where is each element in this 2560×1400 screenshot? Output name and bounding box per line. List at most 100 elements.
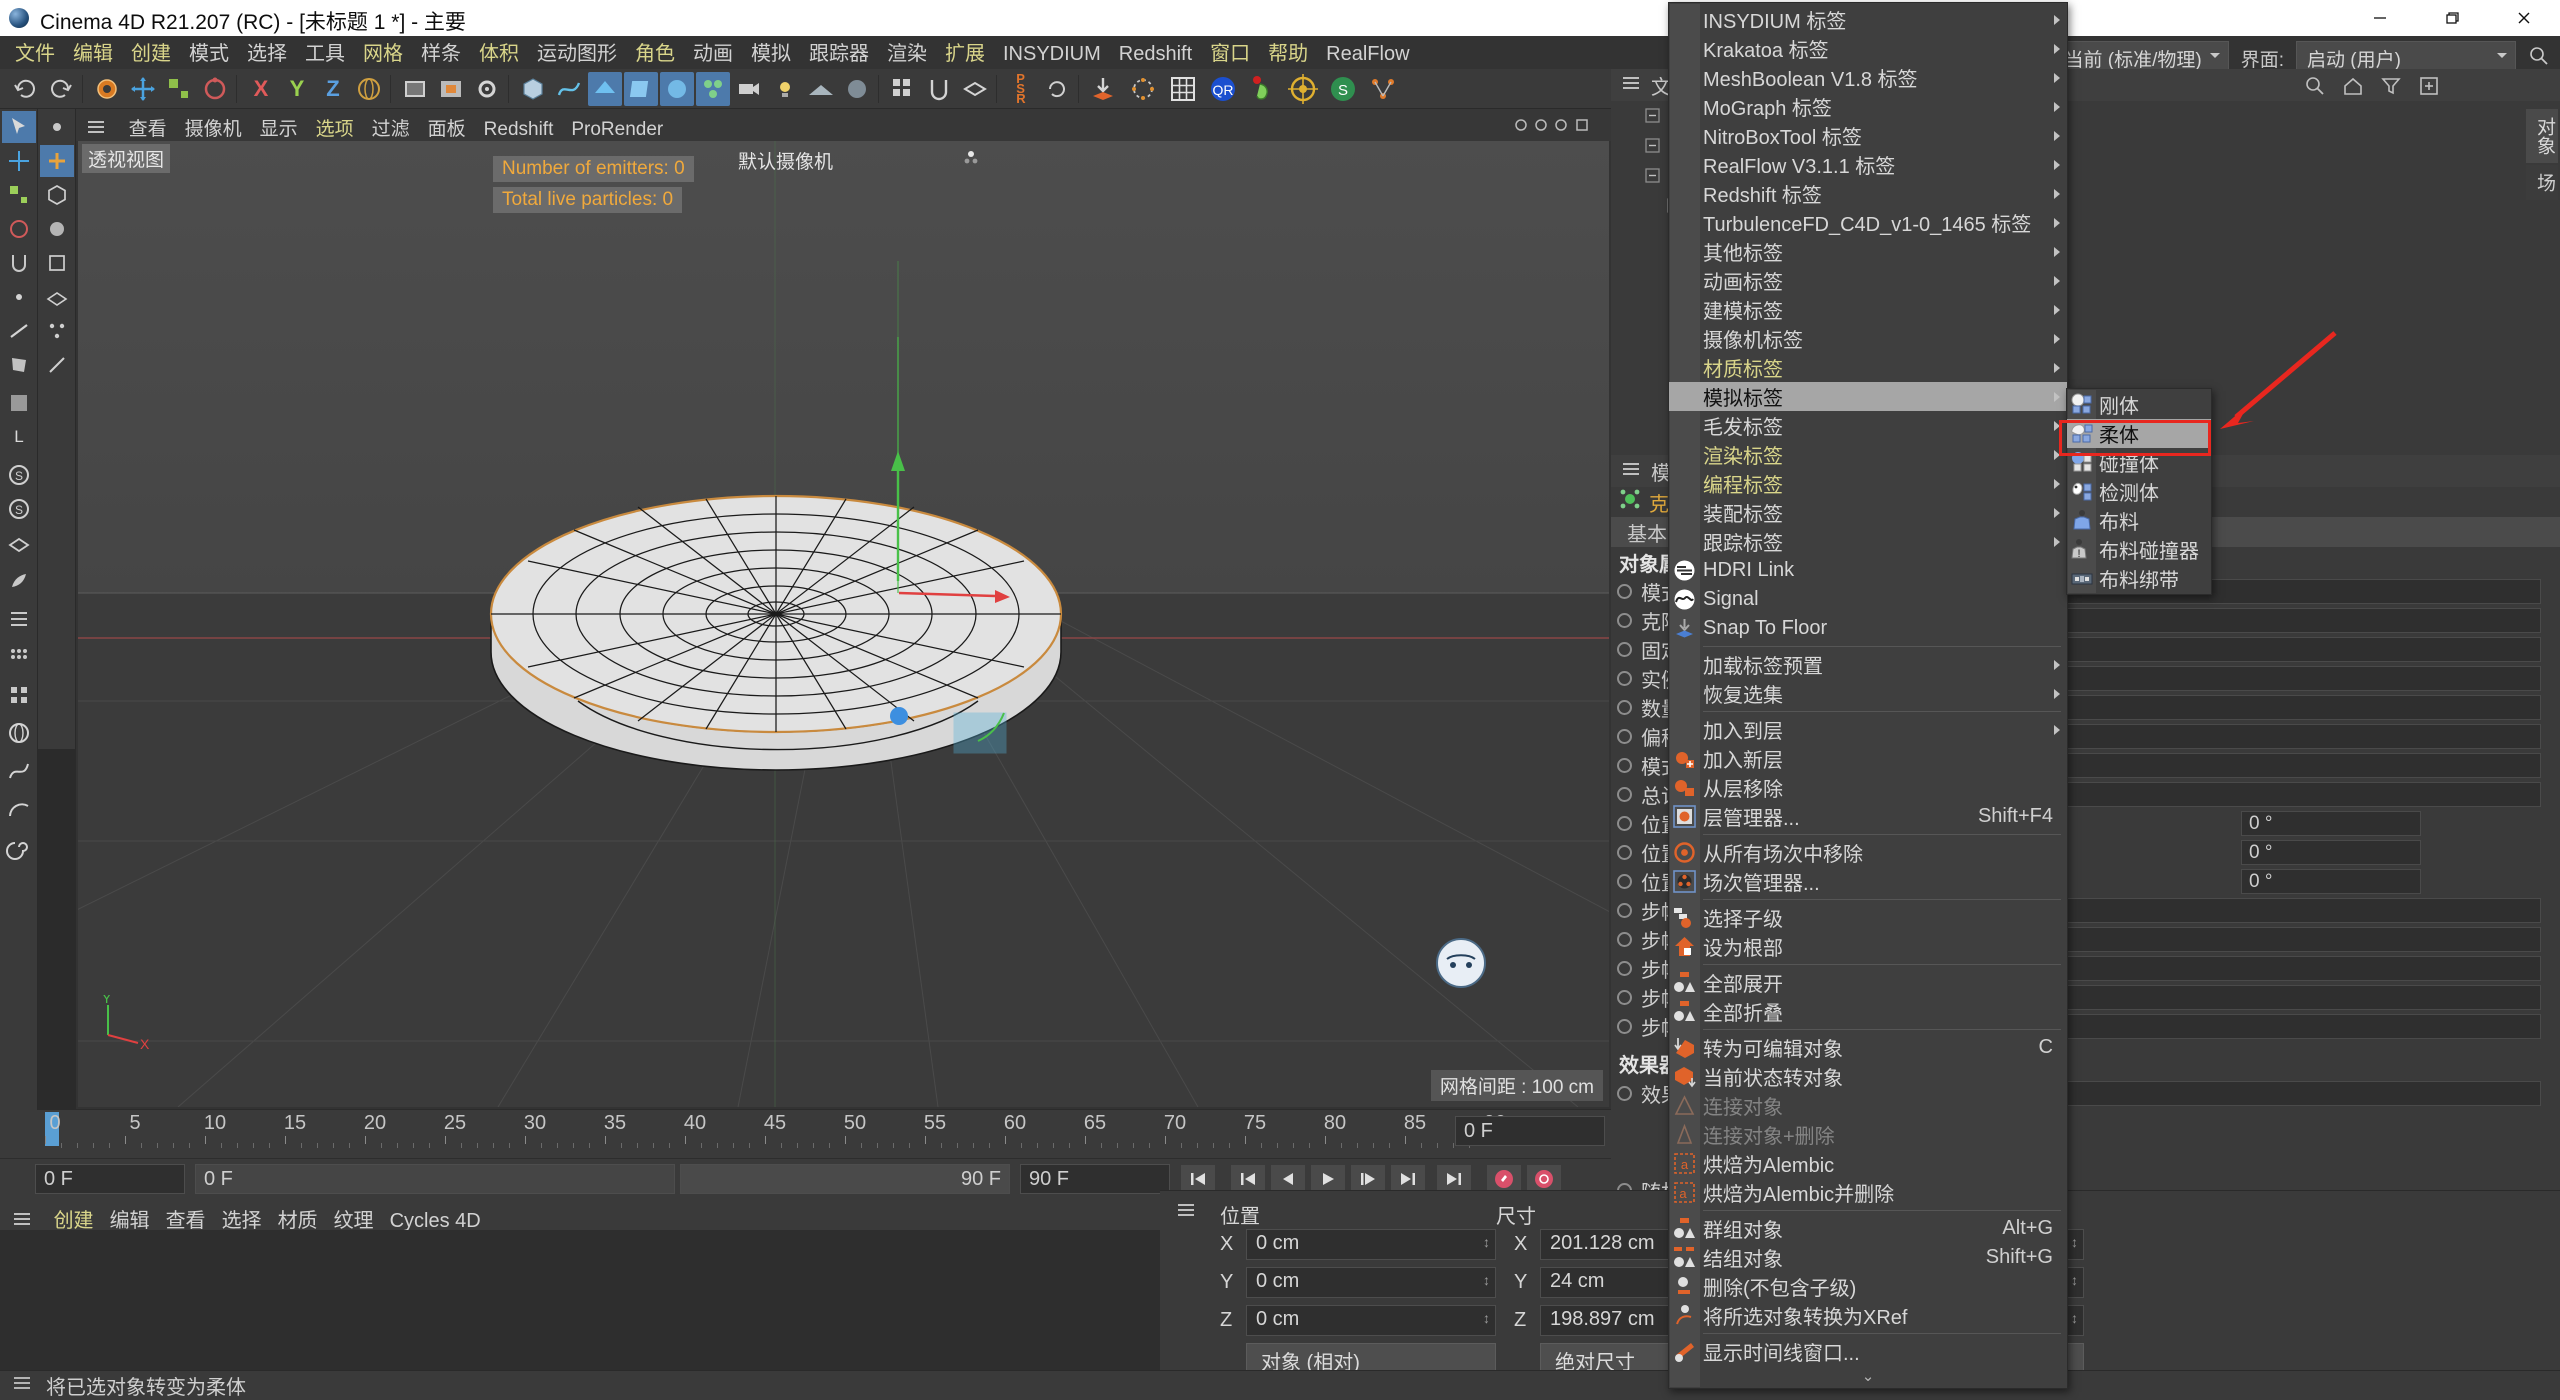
undo-icon[interactable] [8, 72, 42, 106]
submenu-item-2[interactable]: 碰撞体 [2067, 448, 2211, 477]
tool-texture-icon[interactable] [2, 387, 36, 419]
radio-icon[interactable] [1617, 613, 1632, 628]
context-menu-item-31[interactable]: 从所有场次中移除 [1669, 838, 2067, 867]
context-menu-item-15[interactable]: 渲染标签 [1669, 440, 2067, 469]
context-menu-item-7[interactable]: TurbulenceFD_C4D_v1-0_1465 标签 [1669, 208, 2067, 237]
reset-psr-icon[interactable] [1040, 72, 1074, 106]
tool-viewport-solo-icon[interactable]: S [2, 459, 36, 491]
context-menu-item-45[interactable]: a 烘焙为Alembic并删除 [1669, 1178, 2067, 1207]
tool-move-icon[interactable] [2, 145, 36, 177]
simulation-tag-submenu[interactable]: 刚体 柔体 碰撞体 检测体 布料! 布料碰撞器 布料绑带 [2066, 388, 2212, 595]
submenu-item-5[interactable]: ! 布料碰撞器 [2067, 535, 2211, 564]
context-menu-item-10[interactable]: 建模标签 [1669, 295, 2067, 324]
add-camera-icon[interactable] [732, 72, 766, 106]
radio-icon[interactable] [1617, 1086, 1632, 1101]
add-spline-icon[interactable] [552, 72, 586, 106]
tool-edge-icon[interactable] [2, 315, 36, 347]
menu-item-18[interactable]: 窗口 [1201, 38, 1259, 70]
y-axis-lock-icon[interactable]: Y [280, 72, 314, 106]
menu-item-2[interactable]: 创建 [122, 38, 180, 70]
render-region-icon[interactable] [434, 72, 468, 106]
submenu-item-0[interactable]: 刚体 [2067, 390, 2211, 419]
context-menu-item-32[interactable]: 场次管理器... [1669, 867, 2067, 896]
tool-arc-icon[interactable] [2, 793, 36, 825]
end-frame-display[interactable]: 90 F [680, 1164, 1010, 1194]
context-menu-item-41[interactable]: 当前状态转对象 [1669, 1062, 2067, 1091]
menu-item-17[interactable]: Redshift [1110, 38, 1201, 70]
material-manager-area[interactable] [0, 1230, 1160, 1370]
radio-icon[interactable] [1617, 961, 1632, 976]
rotate-tool-icon[interactable] [198, 72, 232, 106]
menu-item-16[interactable]: INSYDIUM [994, 38, 1110, 70]
add-light-icon[interactable] [768, 72, 802, 106]
submenu-item-1[interactable]: 柔体 [2067, 419, 2211, 448]
end-frame-field[interactable]: 90 F [1020, 1164, 1170, 1194]
radio-icon[interactable] [1617, 671, 1632, 686]
expand-toggle-icon[interactable] [1645, 107, 1661, 130]
array-icon[interactable] [886, 72, 920, 106]
context-menu-item-50[interactable]: 将所选对象转换为XRef [1669, 1301, 2067, 1330]
mode-add-icon[interactable] [40, 145, 74, 177]
context-menu-item-40[interactable]: 转为可编辑对象 C [1669, 1033, 2067, 1062]
context-menu-item-8[interactable]: 其他标签 [1669, 237, 2067, 266]
tool-point-icon[interactable] [2, 281, 36, 313]
tool-dots-icon[interactable] [2, 641, 36, 673]
context-menu-item-44[interactable]: a 烘焙为Alembic [1669, 1149, 2067, 1178]
menu-item-15[interactable]: 扩展 [936, 38, 994, 70]
menu-item-7[interactable]: 样条 [412, 38, 470, 70]
menu-item-6[interactable]: 网格 [354, 38, 412, 70]
expand-toggle-icon[interactable] [1645, 167, 1661, 190]
drop-to-floor-icon[interactable] [1086, 72, 1120, 106]
tool-spline-curve-icon[interactable] [2, 755, 36, 787]
context-menu-item-24[interactable]: 恢复选集 [1669, 679, 2067, 708]
tool-selection-icon[interactable] [2, 111, 36, 143]
mode-cube-icon[interactable] [40, 179, 74, 211]
viewport-panel-buttons[interactable] [1511, 115, 1601, 141]
context-menu-item-0[interactable]: INSYDIUM 标签 [1669, 5, 2067, 34]
viewport-canvas[interactable]: 透视视图 默认摄像机 Number of emitters: 0 Total l… [78, 141, 1609, 1107]
radio-icon[interactable] [1617, 932, 1632, 947]
menu-item-1[interactable]: 编辑 [64, 38, 122, 70]
context-menu-item-1[interactable]: Krakatoa 标签 [1669, 34, 2067, 63]
attribute-value-field[interactable] [2021, 608, 2541, 633]
timeline-end-field[interactable]: 0 F [1455, 1116, 1605, 1146]
context-menu-item-47[interactable]: 群组对象 Alt+G [1669, 1214, 2067, 1243]
attribute-value-field[interactable] [2021, 956, 2541, 981]
menu-item-9[interactable]: 运动图形 [528, 38, 626, 70]
tool-solo-hierarchy-icon[interactable]: S [2, 493, 36, 525]
mode-point-edit-icon[interactable] [40, 315, 74, 347]
add-material-icon[interactable] [840, 72, 874, 106]
redo-icon[interactable] [44, 72, 78, 106]
menu-item-5[interactable]: 工具 [296, 38, 354, 70]
snake-icon[interactable] [1246, 72, 1280, 106]
context-menu-item-16[interactable]: 编程标签 [1669, 469, 2067, 498]
radio-icon[interactable] [1617, 787, 1632, 802]
context-menu-item-21[interactable]: Snap To Floor [1669, 614, 2067, 643]
tool-magnet-icon[interactable] [2, 247, 36, 279]
attribute-rotation-field-2[interactable]: 0 ° [2241, 869, 2421, 894]
hamburger-icon[interactable] [1621, 74, 1641, 97]
context-menu-item-35[interactable]: 设为根部 [1669, 932, 2067, 961]
mode-texture-axis-icon[interactable] [40, 247, 74, 279]
add-floor-icon[interactable] [804, 72, 838, 106]
tool-axis-icon[interactable]: L [2, 421, 36, 453]
radio-icon[interactable] [1617, 1019, 1632, 1034]
render-view-icon[interactable] [398, 72, 432, 106]
attribute-value-field[interactable] [2021, 985, 2541, 1010]
snap-icon[interactable] [922, 72, 956, 106]
context-menu-item-26[interactable]: 加入到层 [1669, 715, 2067, 744]
mode-edge-edit-icon[interactable] [40, 349, 74, 381]
attribute-rotation-field-0[interactable]: 0 ° [2241, 811, 2421, 836]
hamburger-icon[interactable] [1176, 1201, 1196, 1224]
add-generator-icon[interactable] [588, 72, 622, 106]
mode-workplane-icon[interactable] [40, 281, 74, 313]
attribute-value-field[interactable] [2021, 927, 2541, 952]
context-menu-item-27[interactable]: 加入新层 [1669, 744, 2067, 773]
menu-item-19[interactable]: 帮助 [1259, 38, 1317, 70]
context-menu-scroll-down[interactable]: ⌄ [1669, 1366, 2067, 1386]
pos-z-field[interactable]: 0 cm [1246, 1305, 1496, 1336]
radio-icon[interactable] [1617, 584, 1632, 599]
context-menu-item-2[interactable]: MeshBoolean V1.8 标签 [1669, 63, 2067, 92]
grid-icon[interactable] [1166, 72, 1200, 106]
context-menu-item-42[interactable]: 连接对象 [1669, 1091, 2067, 1120]
